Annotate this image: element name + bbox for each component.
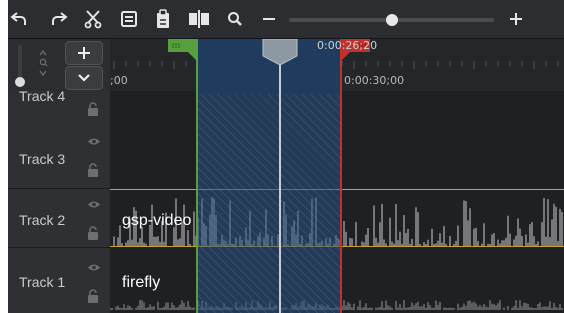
panel-left-margin [0,0,8,313]
track-header-2[interactable]: Track 2 [8,189,110,248]
zoom-icon [228,12,242,26]
track-options-button[interactable] [65,66,103,90]
timeline-panel: ;00 0:00:30;00 gsp-video firefly Track 4… [0,0,564,313]
selection-range[interactable] [198,94,342,313]
split-button[interactable] [186,6,212,32]
paste-button[interactable] [150,6,176,32]
cut-icon [84,10,102,29]
eye-icon[interactable] [87,263,101,272]
zoom-out-button[interactable] [256,6,282,32]
track-label: Track 4 [19,91,66,104]
track-label: Track 2 [19,212,66,228]
cut-button[interactable] [80,6,106,32]
redo-icon [52,12,68,25]
in-point-handle[interactable] [168,39,198,61]
paste-icon [157,9,169,28]
undo-icon [10,12,26,25]
zoom-out-icon [263,18,275,20]
playhead-handle[interactable] [262,39,298,65]
in-point-line[interactable] [196,39,198,313]
undo-button[interactable] [6,6,32,32]
track-label: Track 3 [19,151,66,167]
playhead-time: 0:00:26;20 [317,39,378,52]
zoom-in-button[interactable] [503,6,529,32]
split-icon [189,10,209,28]
chevron-down-icon [78,74,90,82]
ruler-label-30s: 0:00:30;00 [344,74,405,87]
track-header-3[interactable]: Track 3 [8,126,110,189]
lock-icon[interactable] [87,163,99,177]
clip-name-firefly: firefly [122,274,161,291]
track-height-zoom-icon [39,50,48,76]
zoom-slider[interactable] [289,14,494,26]
track-label: Track 1 [19,274,66,290]
lock-icon[interactable] [87,226,99,240]
eye-icon[interactable] [87,200,101,209]
track-controls-header [8,39,110,91]
copy-button[interactable] [116,6,142,32]
zoom-slider-knob[interactable] [385,14,398,26]
plus-icon [78,47,90,59]
timeline-toolbar [0,0,564,39]
out-point-line[interactable] [340,39,342,313]
add-track-button[interactable] [65,41,103,65]
zoom-in-icon [510,13,522,25]
playhead-line[interactable] [279,39,281,313]
lock-icon[interactable] [87,289,99,303]
zoom-button[interactable] [222,6,248,32]
clip-name-gsp-video: gsp-video [122,212,192,229]
redo-button[interactable] [46,6,72,32]
track-header-4[interactable]: Track 4 [8,91,110,127]
ruler-label-left: ;00 [110,74,128,87]
track-height-slider[interactable] [15,45,25,87]
copy-icon [121,11,137,27]
lock-icon[interactable] [87,102,99,116]
track-height-knob[interactable] [15,77,25,87]
track-header-1[interactable]: Track 1 [8,248,110,313]
eye-icon[interactable] [87,137,101,146]
